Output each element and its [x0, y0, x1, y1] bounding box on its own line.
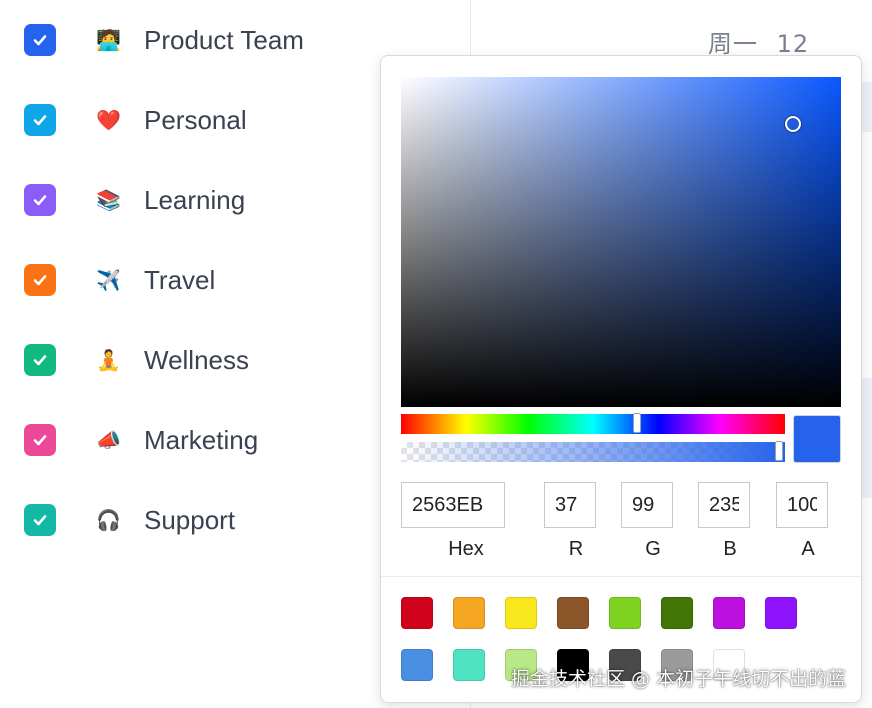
check-icon: [33, 355, 47, 366]
calendar-checkbox[interactable]: [24, 504, 56, 536]
preset-swatch[interactable]: [609, 597, 641, 629]
alpha-slider[interactable]: [401, 441, 785, 462]
color-preview: [793, 415, 841, 463]
day-number: 12: [776, 30, 810, 58]
color-picker-popover: Hex R G B A: [380, 55, 862, 703]
meditation-icon: 🧘: [96, 348, 121, 372]
hex-label: Hex: [448, 538, 484, 560]
preset-swatch[interactable]: [401, 649, 433, 681]
preset-swatch[interactable]: [453, 649, 485, 681]
calendar-checkbox[interactable]: [24, 424, 56, 456]
hue-slider-thumb[interactable]: [633, 413, 642, 433]
watermark: 掘金技术社区 @ 本初子午线切不出的蓝: [511, 668, 847, 690]
calendar-name: Support: [144, 504, 236, 535]
technologist-icon: 🧑‍💻: [96, 28, 121, 52]
megaphone-icon: 📣: [96, 428, 121, 452]
books-icon: 📚: [96, 188, 121, 212]
alpha-input[interactable]: [776, 482, 828, 528]
airplane-icon: ✈️: [96, 268, 121, 292]
check-icon: [33, 275, 47, 286]
hue-slider[interactable]: [401, 413, 785, 434]
preset-swatch[interactable]: [713, 597, 745, 629]
check-icon: [33, 115, 47, 126]
check-icon: [33, 515, 47, 526]
alpha-label: A: [801, 538, 815, 560]
heart-icon: ❤️: [96, 108, 121, 132]
preset-swatch[interactable]: [505, 597, 537, 629]
green-input[interactable]: [621, 482, 673, 528]
alpha-slider-thumb[interactable]: [775, 441, 783, 461]
red-input[interactable]: [544, 482, 596, 528]
hex-input[interactable]: [401, 482, 505, 528]
green-label: G: [645, 538, 661, 560]
calendar-name: Personal: [144, 104, 247, 135]
week-day-header: 周一 12: [708, 24, 809, 59]
calendar-name: Learning: [144, 184, 246, 215]
saturation-handle[interactable]: [785, 116, 801, 132]
saturation-value-area[interactable]: [401, 77, 841, 407]
calendar-name: Wellness: [144, 344, 250, 375]
red-label: R: [568, 538, 584, 560]
check-icon: [33, 435, 47, 446]
check-icon: [33, 35, 47, 46]
preset-swatch[interactable]: [765, 597, 797, 629]
headphones-icon: 🎧: [96, 508, 121, 532]
calendar-checkbox[interactable]: [24, 264, 56, 296]
preset-swatch[interactable]: [557, 597, 589, 629]
calendar-checkbox[interactable]: [24, 344, 56, 376]
preset-swatch[interactable]: [401, 597, 433, 629]
calendar-name: Product Team: [144, 24, 304, 55]
check-icon: [33, 195, 47, 206]
blue-input[interactable]: [698, 482, 750, 528]
weekday-label: 周一: [708, 30, 758, 58]
calendar-checkbox[interactable]: [24, 24, 56, 56]
preset-separator: [381, 576, 861, 577]
calendar-name: Marketing: [144, 424, 259, 455]
preset-swatch[interactable]: [661, 597, 693, 629]
calendar-checkbox[interactable]: [24, 104, 56, 136]
calendar-checkbox[interactable]: [24, 184, 56, 216]
calendar-name: Travel: [144, 264, 216, 295]
preset-swatch[interactable]: [453, 597, 485, 629]
blue-label: B: [723, 538, 737, 560]
